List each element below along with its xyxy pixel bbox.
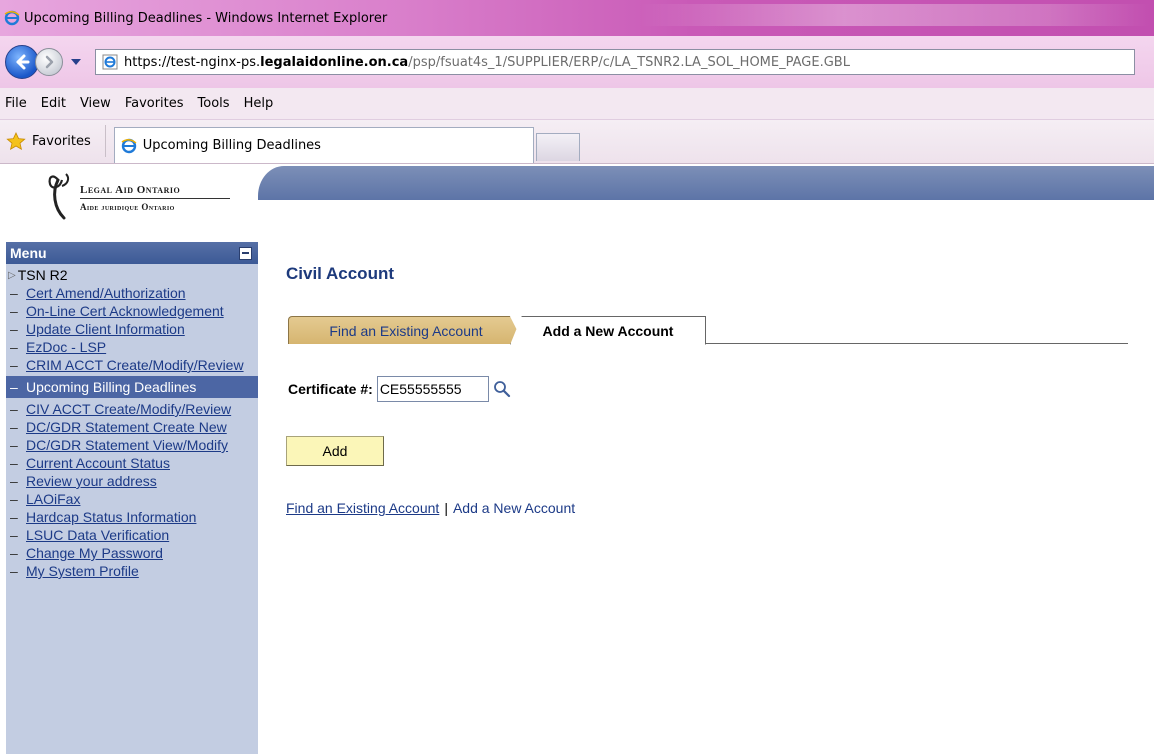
chevron-down-icon [71, 59, 81, 65]
magnifier-icon[interactable] [493, 380, 511, 398]
url-base: https://test-nginx-ps. [124, 54, 261, 70]
logo: Legal Aid Ontario Aide juridique Ontario [6, 164, 258, 230]
menu-item-change-password[interactable]: – Change My Password [6, 544, 258, 562]
menu-item-lsuc[interactable]: – LSUC Data Verification [6, 526, 258, 544]
back-arrow-icon [16, 54, 30, 70]
back-button[interactable] [5, 45, 39, 79]
side-menu: Menu ▷ TSN R2 – Cert Amend/Authorization … [6, 242, 258, 754]
forward-button[interactable] [35, 48, 63, 76]
menu-root-folder[interactable]: ▷ TSN R2 [6, 264, 258, 284]
certificate-row: Certificate #: [288, 376, 511, 402]
page-title: Civil Account [286, 264, 394, 283]
window-title: Upcoming Billing Deadlines - Windows Int… [24, 10, 388, 26]
menu-file[interactable]: File [5, 96, 27, 111]
certificate-label: Certificate #: [288, 381, 373, 397]
menu-root-label: TSN R2 [17, 267, 68, 283]
tab-title: Upcoming Billing Deadlines [142, 138, 321, 153]
link-add-new-account[interactable]: Add a New Account [453, 500, 575, 516]
internet-explorer-icon [121, 138, 137, 153]
menu-header: Menu [6, 242, 258, 264]
favorites-button[interactable]: Favorites [6, 125, 106, 157]
menu-edit[interactable]: Edit [41, 96, 66, 111]
add-button[interactable]: Add [286, 436, 384, 466]
menu-item-dcgdr-create[interactable]: – DC/GDR Statement Create New [6, 418, 258, 436]
tab-find-existing-account[interactable]: Find an Existing Account [288, 316, 524, 344]
menu-item-upcoming-billing[interactable]: – Upcoming Billing Deadlines [6, 376, 258, 398]
logo-english-text: Legal Aid Ontario [80, 184, 181, 196]
titlebar-blur [640, 4, 1150, 26]
menu-item-crim-acct[interactable]: – CRIM ACCT Create/Modify/Review [6, 356, 258, 374]
tab-add-new-account[interactable]: Add a New Account [510, 316, 706, 345]
menu-item-hardcap[interactable]: – Hardcap Status Information [6, 508, 258, 526]
address-bar[interactable]: https://test-nginx-ps. legalaidonline.on.… [95, 49, 1135, 75]
menu-view[interactable]: View [80, 96, 111, 111]
bottom-links: Find an Existing Account | Add a New Acc… [286, 500, 575, 516]
url-path: /psp/fsuat4s_1/SUPPLIER/ERP/c/LA_TSNR2.L… [408, 54, 850, 70]
web-page: Legal Aid Ontario Aide juridique Ontario… [0, 164, 1154, 754]
menu-item-review-address[interactable]: – Review your address [6, 472, 258, 490]
menu-item-ezdoc[interactable]: – EzDoc - LSP [6, 338, 258, 356]
minus-icon [242, 252, 249, 254]
internet-explorer-icon [4, 10, 20, 26]
forward-arrow-icon [45, 55, 54, 69]
new-tab-button[interactable] [535, 133, 580, 161]
browser-tab-active[interactable]: Upcoming Billing Deadlines [113, 127, 534, 163]
main-content: Civil Account Find an Existing Account A… [286, 264, 1154, 516]
logo-divider [80, 198, 230, 199]
header-band [258, 166, 1154, 200]
navigation-bar: https://test-nginx-ps. legalaidonline.on.… [0, 36, 1154, 88]
menu-item-update-client[interactable]: – Update Client Information [6, 320, 258, 338]
menu-item-dcgdr-view[interactable]: – DC/GDR Statement View/Modify [6, 436, 258, 454]
link-separator: | [444, 500, 448, 516]
menu-list: – Cert Amend/Authorization – On-Line Cert … [6, 284, 258, 580]
certificate-input[interactable] [376, 376, 489, 402]
legal-aid-logo-icon [48, 173, 70, 220]
account-tabs: Find an Existing Account Add a New Accou… [288, 316, 1128, 345]
star-icon [6, 132, 26, 150]
menu-item-civ-acct[interactable]: – CIV ACCT Create/Modify/Review [6, 400, 258, 418]
favorites-label: Favorites [32, 133, 91, 149]
menu-item-laoifax[interactable]: – LAOiFax [6, 490, 258, 508]
menu-title: Menu [10, 245, 47, 261]
menu-favorites[interactable]: Favorites [125, 96, 184, 111]
menu-item-account-status[interactable]: – Current Account Status [6, 454, 258, 472]
internet-explorer-icon [102, 54, 118, 70]
menu-collapse-button[interactable] [239, 246, 252, 260]
url-domain: legalaidonline.on.ca [260, 54, 409, 70]
menu-item-online-cert[interactable]: – On-Line Cert Acknowledgement [6, 302, 258, 320]
link-find-existing-account[interactable]: Find an Existing Account [286, 500, 439, 516]
menu-item-cert-amend[interactable]: – Cert Amend/Authorization [6, 284, 258, 302]
history-dropdown[interactable] [69, 55, 83, 69]
menu-item-system-profile[interactable]: – My System Profile [6, 562, 258, 580]
triangle-right-icon: ▷ [8, 269, 16, 281]
browser-menubar: File Edit View Favorites Tools Help [0, 88, 1154, 120]
menu-tools[interactable]: Tools [198, 96, 230, 111]
logo-french-text: Aide juridique Ontario [80, 202, 175, 212]
favorites-bar: Favorites Upcoming Billing Deadlines [0, 120, 1154, 164]
menu-help[interactable]: Help [244, 96, 274, 111]
window-titlebar: Upcoming Billing Deadlines - Windows Int… [0, 0, 1154, 36]
